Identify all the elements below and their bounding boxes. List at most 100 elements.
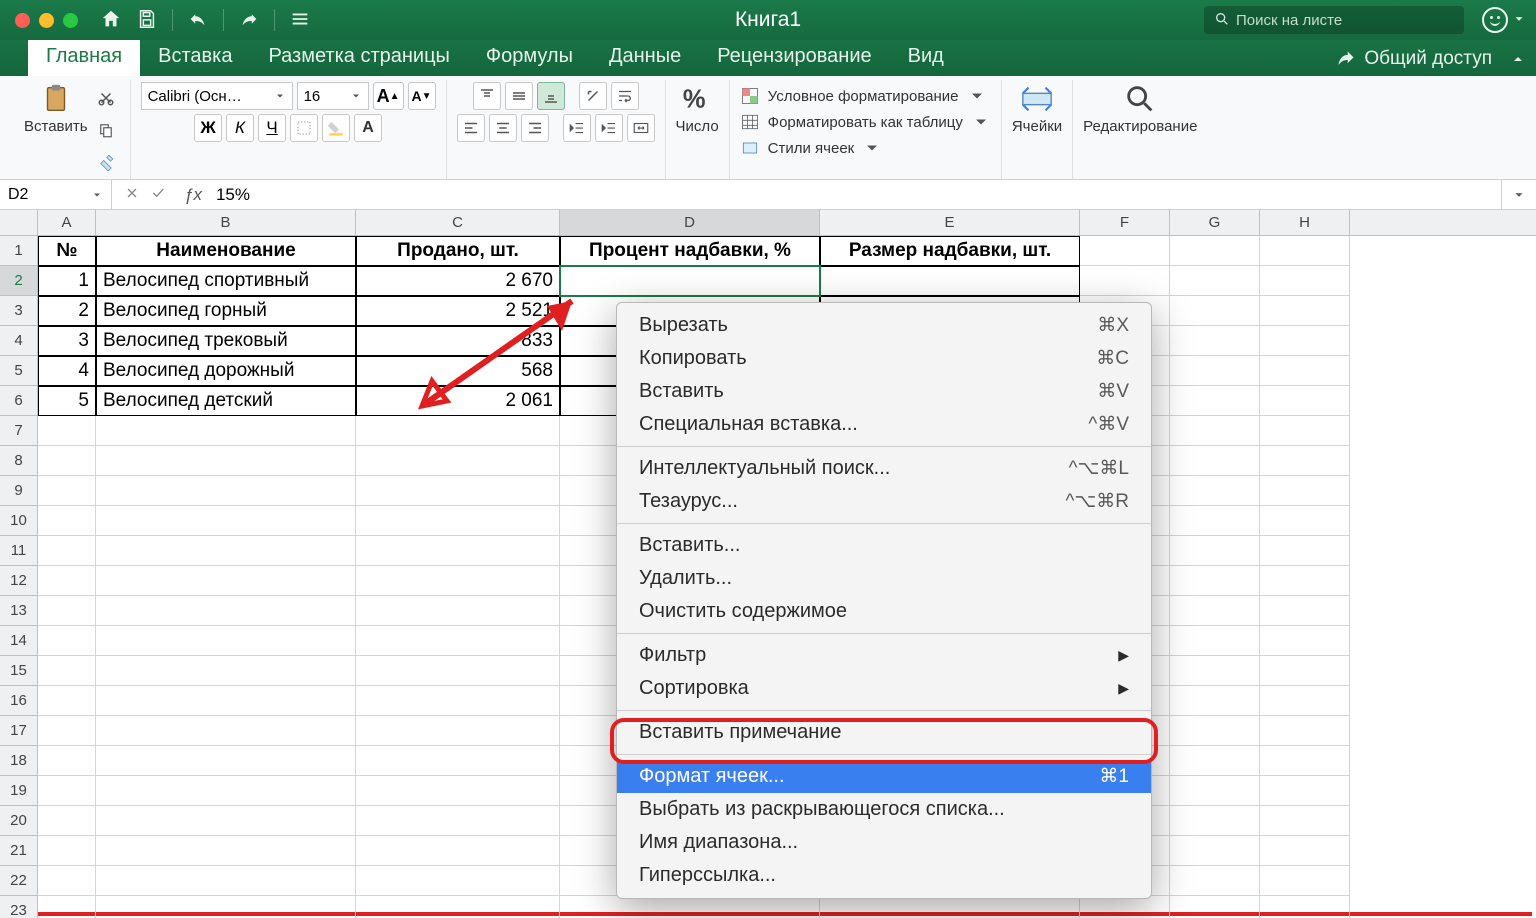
cell-B5[interactable]: Велосипед дорожный [96, 356, 356, 386]
cell-D1[interactable]: Процент надбавки, % [560, 236, 820, 266]
cell-A1[interactable]: № [38, 236, 96, 266]
align-bottom-icon[interactable] [537, 82, 565, 110]
borders-icon[interactable] [290, 114, 318, 142]
ctx-filter[interactable]: Фильтр▶ [617, 639, 1151, 672]
font-size-select[interactable]: 16 [297, 82, 369, 110]
cell-A4[interactable]: 3 [38, 326, 96, 356]
font-color-icon[interactable]: A [354, 114, 382, 142]
format-as-table-button[interactable]: Форматировать как таблицу [740, 112, 991, 132]
ctx-sort[interactable]: Сортировка▶ [617, 672, 1151, 705]
ctx-pick-from-dropdown[interactable]: Выбрать из раскрывающегося списка... [617, 793, 1151, 826]
row-1[interactable]: 1 [0, 236, 38, 266]
feedback-icon[interactable] [1482, 7, 1508, 33]
ctx-thesaurus[interactable]: Тезаурус...^⌥⌘R [617, 485, 1151, 518]
ctx-cut[interactable]: Вырезать⌘X [617, 309, 1151, 342]
decrease-indent-icon[interactable] [563, 114, 591, 142]
col-C[interactable]: C [356, 210, 560, 235]
tab-review[interactable]: Рецензирование [699, 38, 889, 76]
tab-insert[interactable]: Вставка [140, 38, 250, 76]
conditional-formatting-button[interactable]: Условное форматирование [740, 86, 991, 106]
ctx-copy[interactable]: Копировать⌘C [617, 342, 1151, 375]
col-D[interactable]: D [560, 210, 820, 235]
ctx-hyperlink[interactable]: Гиперссылка... [617, 859, 1151, 892]
fx-label[interactable]: ƒx [178, 185, 208, 205]
tab-page-layout[interactable]: Разметка страницы [250, 38, 467, 76]
paste-button[interactable]: Вставить [24, 82, 88, 176]
cut-icon[interactable] [92, 84, 120, 112]
save-icon[interactable] [136, 8, 158, 33]
cell-C2[interactable]: 2 670 [356, 266, 560, 296]
ctx-insert-comment[interactable]: Вставить примечание [617, 716, 1151, 749]
merge-cells-icon[interactable] [627, 114, 655, 142]
col-G[interactable]: G [1170, 210, 1260, 235]
format-painter-icon[interactable] [92, 148, 120, 176]
ctx-format-cells[interactable]: Формат ячеек...⌘1 [617, 760, 1151, 793]
ctx-clear[interactable]: Очистить содержимое [617, 595, 1151, 628]
cell-A3[interactable]: 2 [38, 296, 96, 326]
increase-indent-icon[interactable] [595, 114, 623, 142]
font-name-select[interactable]: Calibri (Осн… [141, 82, 293, 110]
row-3[interactable]: 3 [0, 296, 38, 326]
cell-B1[interactable]: Наименование [96, 236, 356, 266]
name-box[interactable]: D2 [0, 180, 112, 209]
ctx-smart-lookup[interactable]: Интеллектуальный поиск...^⌥⌘L [617, 452, 1151, 485]
ctx-paste[interactable]: Вставить⌘V [617, 375, 1151, 408]
share-button[interactable]: Общий доступ [1336, 48, 1492, 76]
row-2[interactable]: 2 [0, 266, 38, 296]
align-top-icon[interactable] [473, 82, 501, 110]
tab-data[interactable]: Данные [591, 38, 699, 76]
formula-input[interactable] [208, 185, 1501, 205]
decrease-font-icon[interactable]: A▼ [408, 82, 436, 110]
cell-A5[interactable]: 4 [38, 356, 96, 386]
cell-H1[interactable] [1260, 236, 1350, 266]
search-input[interactable] [1236, 12, 1454, 29]
col-F[interactable]: F [1080, 210, 1170, 235]
cell-E1[interactable]: Размер надбавки, шт. [820, 236, 1080, 266]
italic-button[interactable]: К [226, 114, 254, 142]
ctx-insert[interactable]: Вставить... [617, 529, 1151, 562]
cell-C1[interactable]: Продано, шт. [356, 236, 560, 266]
cell-E2[interactable] [820, 266, 1080, 296]
accept-formula-icon[interactable] [150, 185, 166, 204]
tab-home[interactable]: Главная [28, 38, 140, 76]
cell-G1[interactable] [1170, 236, 1260, 266]
cell-C6[interactable]: 2 061 [356, 386, 560, 416]
select-all-corner[interactable] [0, 210, 38, 236]
cell-F1[interactable] [1080, 236, 1170, 266]
qat-customize-icon[interactable] [289, 8, 311, 33]
col-E[interactable]: E [820, 210, 1080, 235]
cell-B2[interactable]: Велосипед спортивный [96, 266, 356, 296]
row-5[interactable]: 5 [0, 356, 38, 386]
align-right-icon[interactable] [521, 114, 549, 142]
ctx-define-name[interactable]: Имя диапазона... [617, 826, 1151, 859]
cancel-formula-icon[interactable] [124, 185, 140, 204]
cell-C4[interactable]: 833 [356, 326, 560, 356]
editing-button[interactable]: Редактирование [1083, 82, 1197, 135]
home-icon[interactable] [100, 8, 122, 33]
tab-view[interactable]: Вид [890, 38, 962, 76]
sheet-search[interactable] [1204, 6, 1464, 34]
maximize-window-button[interactable] [63, 13, 78, 28]
cell-B6[interactable]: Велосипед детский [96, 386, 356, 416]
row-4[interactable]: 4 [0, 326, 38, 356]
align-center-icon[interactable] [489, 114, 517, 142]
fill-color-icon[interactable] [322, 114, 350, 142]
cells-button[interactable]: Ячейки [1012, 82, 1062, 135]
cell-B3[interactable]: Велосипед горный [96, 296, 356, 326]
cell-styles-button[interactable]: Стили ячеек [740, 138, 991, 158]
row-6[interactable]: 6 [0, 386, 38, 416]
col-H[interactable]: H [1260, 210, 1350, 235]
cell-A6[interactable]: 5 [38, 386, 96, 416]
cell-C3[interactable]: 2 521 [356, 296, 560, 326]
redo-icon[interactable] [238, 8, 260, 33]
number-format-button[interactable]: % Число [676, 82, 719, 135]
bold-button[interactable]: Ж [194, 114, 222, 142]
underline-button[interactable]: Ч [258, 114, 286, 142]
titlebar-chevron-icon[interactable] [1512, 12, 1526, 29]
cell-D2[interactable] [560, 266, 820, 296]
ctx-paste-special[interactable]: Специальная вставка...^⌘V [617, 408, 1151, 441]
ctx-delete[interactable]: Удалить... [617, 562, 1151, 595]
cell-B4[interactable]: Велосипед трековый [96, 326, 356, 356]
copy-icon[interactable] [92, 116, 120, 144]
cell-A2[interactable]: 1 [38, 266, 96, 296]
